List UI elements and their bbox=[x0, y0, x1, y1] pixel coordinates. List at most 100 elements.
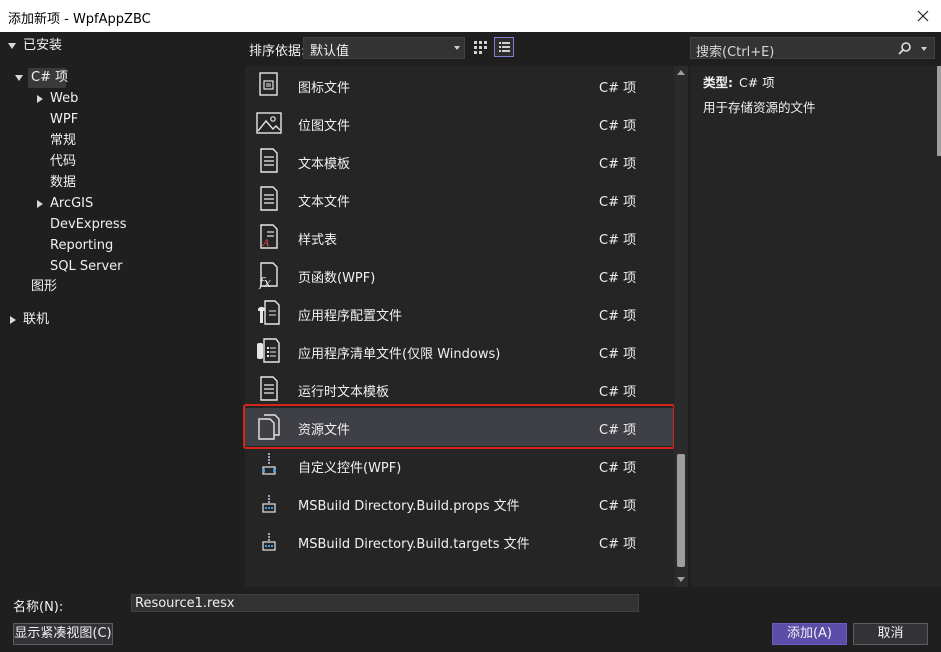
tree-item-web[interactable]: Web bbox=[50, 89, 78, 109]
template-name: 样式表 bbox=[298, 233, 338, 248]
template-list: 图标文件 C# 项位图文件 C# 项文本模板 C# 项文本文件 C# 项 A 样式表 C# 项… bbox=[245, 66, 688, 587]
custom-control-icon bbox=[255, 451, 283, 479]
icon-file-icon bbox=[255, 71, 283, 99]
sort-label: 排序依据: bbox=[249, 44, 306, 59]
sort-dropdown[interactable]: 默认值 bbox=[303, 37, 465, 59]
app-manifest-icon bbox=[255, 337, 283, 365]
template-language: C# 项 bbox=[599, 157, 637, 172]
tree-item-online[interactable]: 联机 bbox=[23, 310, 49, 330]
tree-item-sql-server[interactable]: SQL Server bbox=[50, 257, 123, 277]
list-scrollbar[interactable] bbox=[674, 66, 688, 587]
template-description: 用于存储资源的文件 bbox=[703, 100, 816, 115]
details-panel: 类型: C# 项 用于存储资源的文件 bbox=[690, 66, 941, 587]
svg-text:A: A bbox=[262, 239, 270, 249]
template-row[interactable]: 位图文件 C# 项 bbox=[245, 104, 675, 142]
tree-item-csharp[interactable]: C# 项 bbox=[31, 68, 68, 88]
template-row[interactable]: A 样式表 C# 项 bbox=[245, 218, 675, 256]
tree-item-installed[interactable]: 已安装 bbox=[23, 36, 62, 56]
expand-web-icon[interactable] bbox=[37, 95, 43, 103]
expand-csharp-icon[interactable] bbox=[15, 75, 23, 81]
tree-item-code[interactable]: 代码 bbox=[50, 152, 76, 172]
grid-view-icon bbox=[474, 41, 487, 54]
template-row[interactable]: 文本文件 C# 项 bbox=[245, 180, 675, 218]
search-placeholder: 搜索(Ctrl+E) bbox=[696, 45, 775, 60]
template-name: 文本文件 bbox=[298, 195, 351, 210]
template-language: C# 项 bbox=[599, 499, 637, 514]
list-view-icon bbox=[499, 42, 510, 52]
sort-value: 默认值 bbox=[310, 44, 350, 59]
scroll-down-icon[interactable] bbox=[677, 577, 685, 582]
template-name: 应用程序清单文件(仅限 Windows) bbox=[298, 347, 501, 362]
add-button[interactable]: 添加(A) bbox=[772, 623, 847, 645]
template-row[interactable]: 文本模板 C# 项 bbox=[245, 142, 675, 180]
runtime-template-icon bbox=[255, 375, 283, 403]
tree-item-data[interactable]: 数据 bbox=[50, 173, 76, 193]
template-language: C# 项 bbox=[599, 271, 637, 286]
list-view-button[interactable] bbox=[494, 37, 514, 57]
search-input[interactable]: 搜索(Ctrl+E) bbox=[690, 37, 935, 60]
scroll-thumb[interactable] bbox=[677, 454, 685, 567]
svg-text:fx: fx bbox=[258, 276, 272, 289]
template-name: 页函数(WPF) bbox=[298, 271, 376, 286]
tree-item-general[interactable]: 常规 bbox=[50, 131, 76, 151]
name-field[interactable]: Resource1.resx bbox=[131, 594, 639, 612]
details-scrollbar[interactable] bbox=[937, 66, 941, 156]
template-name: MSBuild Directory.Build.targets 文件 bbox=[298, 537, 530, 552]
close-button[interactable] bbox=[911, 4, 935, 28]
template-name: MSBuild Directory.Build.props 文件 bbox=[298, 499, 520, 514]
close-icon bbox=[917, 10, 929, 22]
msbuild-icon bbox=[255, 489, 283, 517]
tree-item-graphics[interactable]: 图形 bbox=[31, 277, 57, 297]
msbuild-icon bbox=[255, 527, 283, 555]
stylesheet-icon: A bbox=[255, 223, 283, 251]
template-name: 文本模板 bbox=[298, 157, 351, 172]
app-config-icon bbox=[255, 299, 283, 327]
template-language: C# 项 bbox=[599, 233, 637, 248]
name-field-value: Resource1.resx bbox=[135, 596, 235, 611]
template-language: C# 项 bbox=[599, 81, 637, 96]
window-title: 添加新项 - WpfAppZBC bbox=[8, 12, 151, 27]
type-label: 类型: bbox=[703, 75, 733, 90]
template-row[interactable]: 运行时文本模板 C# 项 bbox=[245, 370, 675, 408]
template-name: 应用程序配置文件 bbox=[298, 309, 403, 324]
page-function-icon: fx bbox=[255, 261, 283, 291]
template-language: C# 项 bbox=[599, 461, 637, 476]
template-language: C# 项 bbox=[599, 347, 637, 362]
expand-installed-icon[interactable] bbox=[8, 43, 16, 49]
text-template-icon bbox=[255, 147, 283, 175]
template-row[interactable]: 自定义控件(WPF) C# 项 bbox=[245, 446, 675, 484]
tree-item-devexpress[interactable]: DevExpress bbox=[50, 215, 126, 235]
template-row[interactable]: MSBuild Directory.Build.targets 文件 C# 项 bbox=[245, 522, 675, 560]
tree-item-reporting[interactable]: Reporting bbox=[50, 236, 113, 256]
template-name: 位图文件 bbox=[298, 119, 351, 134]
search-icon[interactable] bbox=[898, 41, 912, 55]
type-value: C# 项 bbox=[739, 75, 775, 90]
text-file-icon bbox=[255, 185, 283, 213]
expand-online-icon[interactable] bbox=[10, 316, 16, 324]
template-language: C# 项 bbox=[599, 385, 637, 400]
template-row[interactable]: fx 页函数(WPF) C# 项 bbox=[245, 256, 675, 294]
compact-view-button[interactable]: 显示紧凑视图(C) bbox=[13, 623, 113, 645]
cancel-button[interactable]: 取消 bbox=[853, 623, 928, 645]
template-name: 运行时文本模板 bbox=[298, 385, 390, 400]
template-language: C# 项 bbox=[599, 119, 637, 134]
template-name: 自定义控件(WPF) bbox=[298, 461, 402, 476]
name-label: 名称(N): bbox=[13, 600, 64, 615]
template-row[interactable]: MSBuild Directory.Build.props 文件 C# 项 bbox=[245, 484, 675, 522]
chevron-down-icon bbox=[454, 46, 460, 50]
grid-view-button[interactable] bbox=[470, 37, 490, 57]
template-row[interactable]: 图标文件 C# 项 bbox=[245, 66, 675, 104]
template-row[interactable]: 应用程序清单文件(仅限 Windows) C# 项 bbox=[245, 332, 675, 370]
search-options-icon[interactable] bbox=[921, 47, 927, 51]
scroll-up-icon[interactable] bbox=[677, 70, 685, 75]
expand-arcgis-icon[interactable] bbox=[37, 200, 43, 208]
template-name: 图标文件 bbox=[298, 81, 351, 96]
selection-highlight-box bbox=[243, 404, 675, 449]
tree-item-arcgis[interactable]: ArcGIS bbox=[50, 194, 93, 214]
template-language: C# 项 bbox=[599, 195, 637, 210]
title-bar: 添加新项 - WpfAppZBC bbox=[0, 0, 941, 32]
template-row[interactable]: 应用程序配置文件 C# 项 bbox=[245, 294, 675, 332]
template-language: C# 项 bbox=[599, 309, 637, 324]
tree-item-wpf[interactable]: WPF bbox=[50, 110, 78, 130]
bitmap-file-icon bbox=[255, 109, 283, 137]
